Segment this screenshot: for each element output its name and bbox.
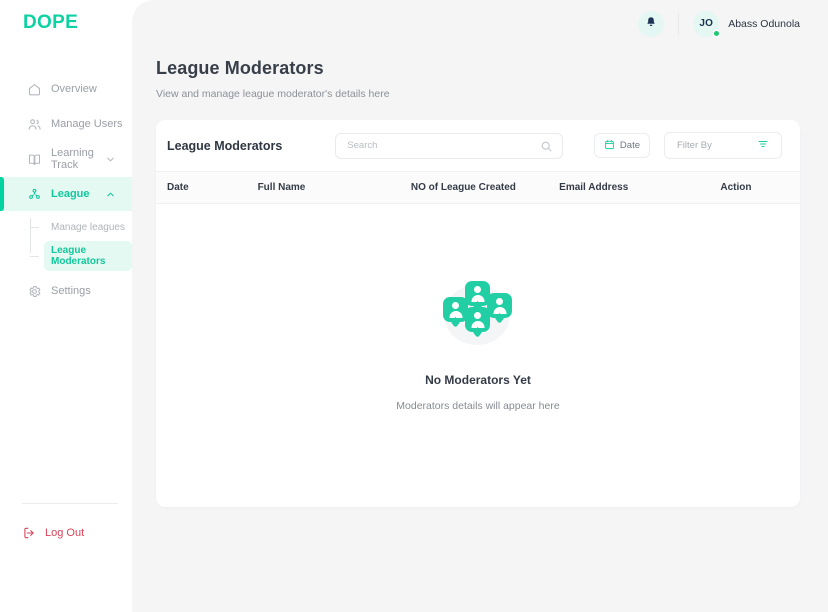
- sidebar-item-label: Learning Track: [51, 147, 94, 171]
- table-body-empty-state: No Moderators Yet Moderators details wil…: [156, 204, 800, 507]
- chevron-up-icon[interactable]: [105, 189, 116, 200]
- book-icon: [26, 151, 42, 167]
- avatar: JO: [693, 10, 721, 37]
- online-status-dot: [713, 29, 721, 37]
- user-name: Abass Odunola: [728, 17, 800, 30]
- search-input[interactable]: [336, 140, 527, 151]
- sidebar-item-league[interactable]: League: [0, 177, 132, 211]
- sidebar-subitem-label: Manage leagues: [51, 221, 125, 233]
- column-header-action: Action: [720, 182, 752, 193]
- sidebar-subitem-league-moderators[interactable]: League Moderators: [30, 241, 132, 271]
- column-header-full-name: Full Name: [257, 182, 306, 193]
- sidebar-footer: Log Out: [0, 503, 132, 612]
- topbar-divider: [678, 12, 680, 35]
- date-button-label: Date: [619, 140, 640, 151]
- avatar-badge: [465, 307, 490, 332]
- sidebar-item-overview[interactable]: Overview: [0, 72, 132, 106]
- date-button[interactable]: Date: [593, 133, 650, 158]
- notification-button[interactable]: [638, 10, 665, 37]
- sidebar-item-label: Settings: [51, 285, 91, 297]
- sidebar-subitem-manage-leagues[interactable]: Manage leagues: [30, 216, 132, 238]
- chevron-down-icon[interactable]: [105, 154, 116, 165]
- sidebar-item-label: Manage Users: [51, 118, 123, 130]
- sidebar-item-learning-track[interactable]: Learning Track: [0, 142, 132, 176]
- sidebar-item-manage-users[interactable]: Manage Users: [0, 107, 132, 141]
- calendar-icon: [604, 139, 615, 153]
- home-icon: [26, 81, 42, 97]
- column-header-leagues-created: NO of League Created: [410, 182, 516, 193]
- sidebar-subitem-label: League Moderators: [44, 241, 132, 271]
- card-title: League Moderators: [167, 138, 283, 153]
- main-content: JO Abass Odunola League Moderators View …: [132, 0, 828, 612]
- empty-state-title: No Moderators Yet: [425, 373, 531, 387]
- table-header-row: Date Full Name NO of League Created Emai…: [156, 172, 800, 204]
- avatar-initials: JO: [699, 18, 714, 29]
- filter-by-dropdown[interactable]: Filter By: [664, 132, 782, 159]
- column-header-email-address: Email Address: [559, 182, 629, 193]
- moderators-card: League Moderators Date Filter By: [156, 120, 800, 507]
- user-menu[interactable]: JO Abass Odunola: [693, 10, 800, 37]
- logout-button[interactable]: Log Out: [0, 526, 132, 540]
- filter-by-label: Filter By: [677, 140, 712, 151]
- search-box[interactable]: [335, 132, 564, 159]
- app-logo[interactable]: DOPE: [0, 0, 132, 48]
- sidebar-item-label: Overview: [51, 83, 97, 95]
- moderators-group-illustration: [430, 281, 526, 353]
- logout-icon: [22, 526, 36, 540]
- column-header-date: Date: [167, 182, 189, 193]
- bell-icon: [645, 15, 657, 33]
- app-root: DOPE Overview Manage Users Learning Trac…: [0, 0, 828, 612]
- sidebar: DOPE Overview Manage Users Learning Trac…: [0, 0, 132, 612]
- avatar-badge: [487, 293, 512, 318]
- sidebar-divider: [22, 503, 118, 504]
- sidebar-item-label: League: [51, 188, 90, 200]
- gear-icon: [26, 283, 42, 299]
- filter-icon: [757, 138, 769, 153]
- users-icon: [26, 116, 42, 132]
- card-header: League Moderators Date Filter By: [156, 120, 800, 172]
- sidebar-subnav-league: Manage leagues League Moderators: [0, 216, 132, 271]
- league-icon: [26, 186, 42, 202]
- search-icon[interactable]: [540, 140, 553, 158]
- empty-state-subtitle: Moderators details will appear here: [396, 400, 560, 412]
- sidebar-nav: Overview Manage Users Learning Track Lea…: [0, 72, 132, 309]
- sidebar-item-settings[interactable]: Settings: [0, 274, 132, 308]
- page-title: League Moderators: [156, 58, 324, 78]
- logout-label: Log Out: [45, 527, 85, 539]
- page-subtitle: View and manage league moderator's detai…: [156, 88, 390, 100]
